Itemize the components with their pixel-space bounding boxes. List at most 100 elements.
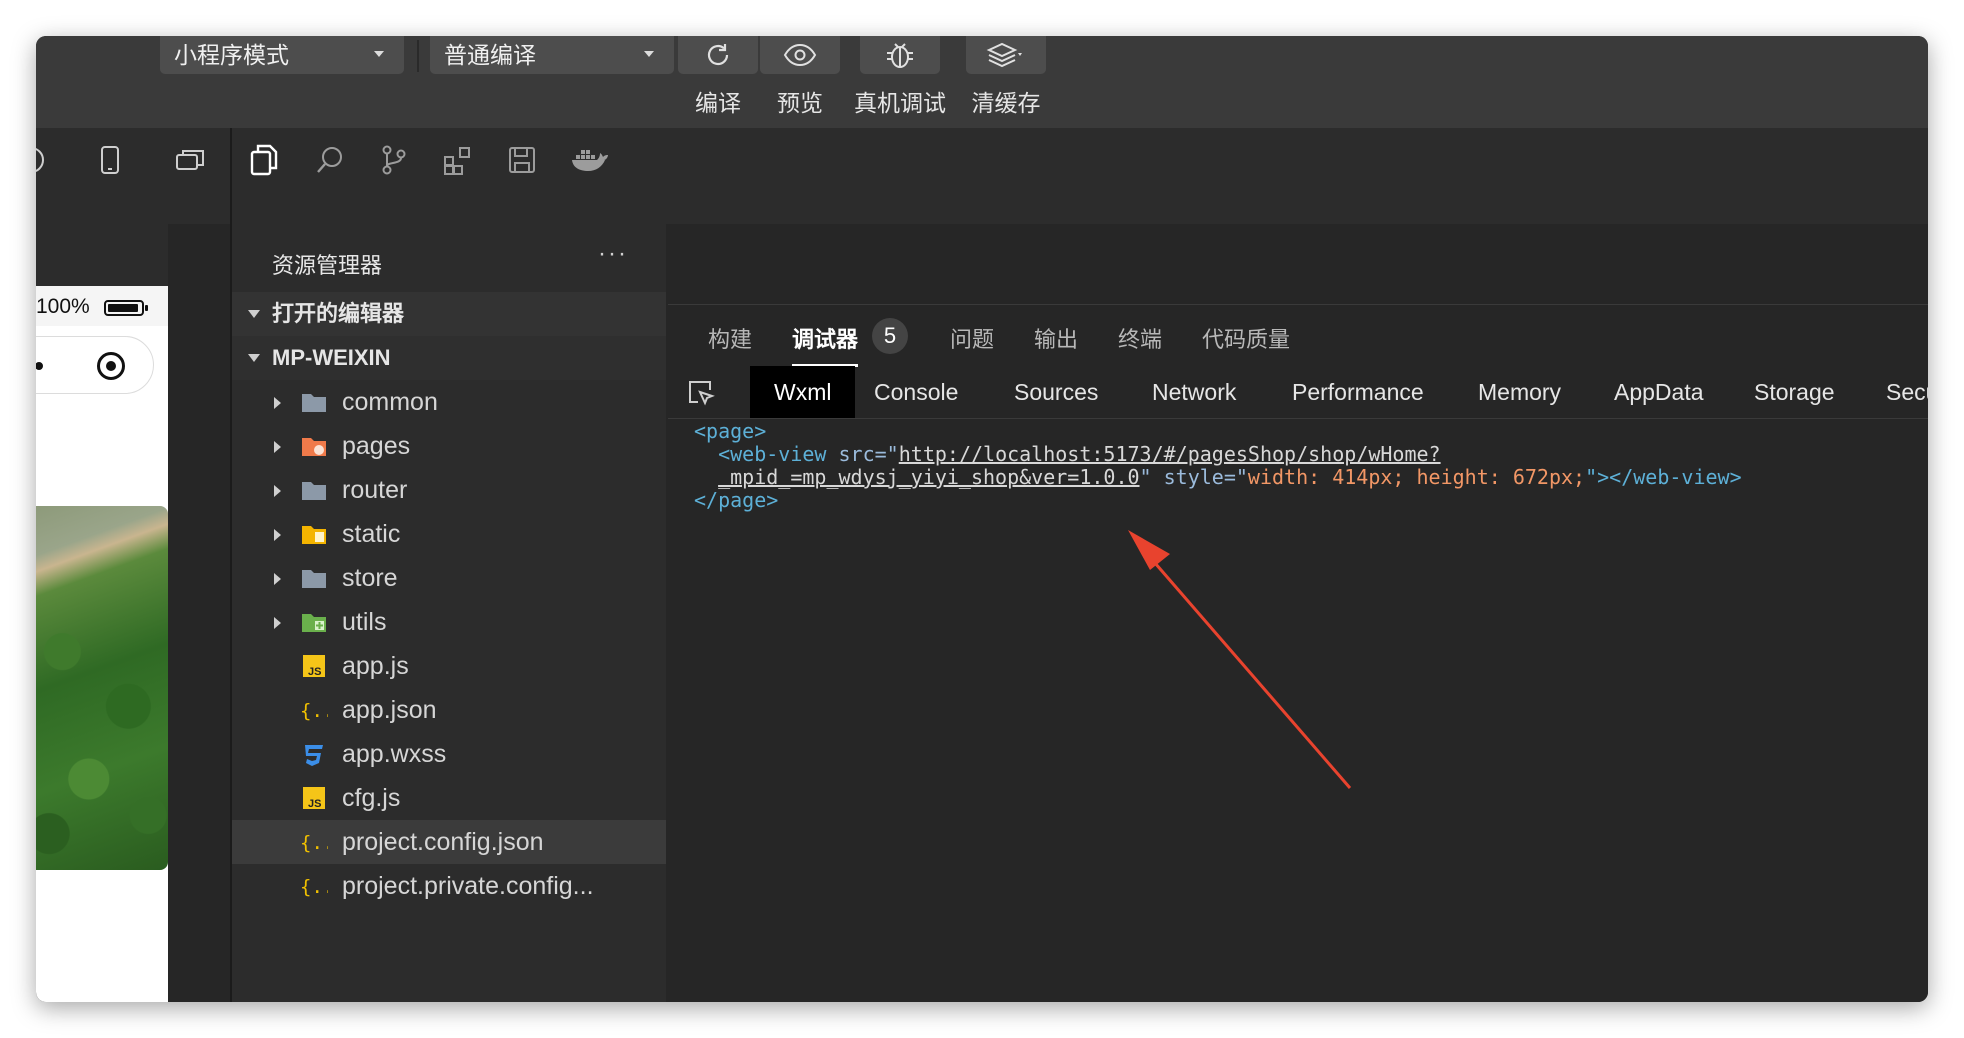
toolbar-divider [417, 40, 419, 72]
svg-text:JS: JS [308, 666, 321, 678]
compile-select-value: 普通编译 [444, 42, 536, 68]
open-editors-label: 打开的编辑器 [272, 301, 405, 326]
tree-item-project-config-json[interactable]: {..} project.config.json [232, 820, 666, 864]
folder-icon [302, 394, 326, 412]
js-file-icon: JS [303, 655, 325, 678]
explorer-panel: 资源管理器 ··· 打开的编辑器 MP-WEIXIN common pages … [232, 224, 666, 1002]
css-file-icon [305, 745, 323, 766]
folder-icon [302, 570, 326, 588]
inspect-element-icon[interactable] [686, 378, 716, 408]
project-section[interactable]: MP-WEIXIN [232, 336, 666, 380]
tab-debugger[interactable]: 调试器 [792, 322, 858, 354]
windows-icon[interactable] [172, 142, 208, 178]
compile-label: 编译 [695, 90, 741, 116]
remote-debug-label: 真机调试 [854, 90, 946, 116]
json-file-icon: {..} [300, 876, 328, 898]
remote-debug-button[interactable] [860, 36, 940, 74]
tab-output[interactable]: 输出 [1034, 322, 1078, 354]
tab-sources[interactable]: Sources [1014, 366, 1098, 418]
chevron-right-icon [274, 573, 281, 585]
search-icon[interactable] [312, 142, 348, 178]
tree-item-app-wxss[interactable]: app.wxss [232, 732, 666, 776]
preview-label: 预览 [777, 90, 823, 116]
devtools-tabs: Wxml Console Sources Network Performance… [668, 366, 1928, 419]
top-toolbar: 小程序模式 普通编译 编译 预览 真机调试 清缓存 [36, 36, 1928, 128]
tab-build[interactable]: 构建 [708, 322, 752, 354]
open-editors-section[interactable]: 打开的编辑器 [232, 292, 666, 336]
phone-icon[interactable] [92, 142, 128, 178]
tree-item-cfg-js[interactable]: JS cfg.js [232, 776, 666, 820]
tab-appdata[interactable]: AppData [1614, 366, 1704, 418]
tree-item-static[interactable]: static [232, 512, 666, 556]
source-control-icon[interactable] [376, 142, 412, 178]
tab-wxml[interactable]: Wxml [750, 366, 856, 418]
battery-percent: 100% [36, 295, 90, 318]
tree-item-common[interactable]: common [232, 380, 666, 424]
wxml-node-web-view[interactable]: <web-view src="http://localhost:5173/#/p… [694, 443, 1742, 489]
json-file-icon: {..} [300, 700, 328, 722]
wxml-node-page-open[interactable]: <page> [694, 420, 1742, 443]
svg-text:JS: JS [308, 798, 321, 810]
eye-icon [783, 43, 817, 67]
panel-top-border [668, 304, 1928, 305]
svg-text:{..}: {..} [300, 832, 328, 854]
bug-icon [887, 43, 913, 68]
folder-icon [302, 482, 326, 500]
extensions-icon[interactable] [440, 142, 476, 178]
tab-problems[interactable]: 问题 [950, 322, 994, 354]
devtools-window: 小程序模式 普通编译 编译 预览 真机调试 清缓存 100% 资源管理器 ···… [36, 36, 1928, 1002]
tab-security[interactable]: Securit [1886, 366, 1928, 418]
tree-item-project-private-config[interactable]: {..} project.private.config... [232, 864, 666, 908]
tab-terminal[interactable]: 终端 [1118, 322, 1162, 354]
sound-icon[interactable] [36, 142, 58, 178]
files-icon[interactable] [246, 142, 282, 178]
tree-item-pages[interactable]: pages [232, 424, 666, 468]
tab-network[interactable]: Network [1152, 366, 1236, 418]
chevron-down-icon [644, 51, 654, 57]
phone-status-bar: 100% [36, 286, 168, 326]
save-icon[interactable] [504, 142, 540, 178]
tab-performance[interactable]: Performance [1292, 366, 1424, 418]
layers-icon [986, 42, 1022, 68]
annotation-arrow [1128, 530, 1352, 789]
banner-image [36, 506, 168, 870]
mode-select[interactable]: 小程序模式 [160, 36, 404, 74]
simulator-panel: 100% [36, 224, 168, 1002]
js-file-icon: JS [303, 787, 325, 810]
refresh-icon [707, 44, 729, 66]
tree-item-router[interactable]: router [232, 468, 666, 512]
close-target-icon[interactable] [97, 352, 125, 380]
chevron-down-icon [248, 310, 260, 318]
mini-program-capsule[interactable] [36, 336, 154, 394]
tree-item-app-js[interactable]: JS app.js [232, 644, 666, 688]
tree-item-app-json[interactable]: {..} app.json [232, 688, 666, 732]
wxml-node-page-close[interactable]: </page> [694, 489, 1742, 512]
tab-storage[interactable]: Storage [1754, 366, 1835, 418]
clear-cache-label: 清缓存 [971, 90, 1041, 116]
phone-screen: 100% [36, 286, 168, 1002]
more-icon[interactable]: ··· [598, 240, 628, 268]
activity-bar [36, 128, 1928, 224]
tab-memory[interactable]: Memory [1478, 366, 1561, 418]
compile-select[interactable]: 普通编译 [430, 36, 674, 74]
wxml-tree: <page> <web-view src="http://localhost:5… [694, 420, 1742, 512]
json-file-icon: {..} [300, 832, 328, 854]
debugger-badge: 5 [872, 318, 908, 354]
chevron-right-icon [274, 397, 281, 409]
tree-item-utils[interactable]: utils [232, 600, 666, 644]
docker-icon[interactable] [568, 142, 612, 178]
svg-text:{..}: {..} [300, 876, 328, 898]
chevron-right-icon [274, 617, 281, 629]
preview-button[interactable] [760, 36, 840, 74]
battery-icon [104, 300, 148, 316]
tab-console[interactable]: Console [874, 366, 958, 418]
tab-code-quality[interactable]: 代码质量 [1202, 322, 1290, 354]
compile-button[interactable] [678, 36, 758, 74]
clear-cache-button[interactable] [966, 36, 1046, 74]
webview-src-url-cont: _mpid_=mp_wdysj_yiyi_shop&ver=1.0.0 [718, 465, 1140, 489]
more-dots-icon[interactable] [36, 362, 43, 370]
chevron-down-icon [374, 51, 384, 57]
chevron-down-icon [248, 354, 260, 362]
tree-item-store[interactable]: store [232, 556, 666, 600]
mode-select-value: 小程序模式 [174, 42, 289, 68]
